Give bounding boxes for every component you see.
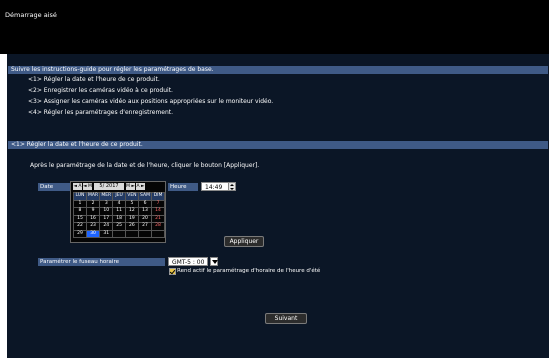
instructions-header: Suivre les instructions-guide pour régle… <box>8 66 548 74</box>
calendar-grid: LUN MAR MER JEU VEN SAM DIM 1 2 3 4 5 6 … <box>73 192 165 238</box>
instruction-step-4: <4> Régler les paramétrages d'enregistre… <box>28 109 174 116</box>
calendar-week: 15 16 17 18 19 20 21 <box>73 214 165 223</box>
calendar-header: ◄ A ◄ M 5/ 2017 M ► A ► <box>73 183 165 191</box>
next-year-button[interactable]: A ► <box>136 183 145 190</box>
apply-button[interactable]: Appliquer <box>224 236 264 247</box>
calendar-day[interactable]: 6 <box>137 199 153 208</box>
calendar-day[interactable]: 28 <box>151 222 165 231</box>
calendar-day-selected[interactable]: 30 <box>85 229 101 238</box>
prev-year-button[interactable]: ◄ A <box>73 183 82 190</box>
calendar-day[interactable]: 21 <box>151 214 165 223</box>
instruction-step-3: <3> Assigner les caméras vidéo aux posit… <box>28 98 274 105</box>
title-bar: Démarrage aisé <box>0 0 549 54</box>
calendar-day[interactable]: 23 <box>85 222 101 231</box>
calendar-day[interactable]: 31 <box>99 229 114 238</box>
calendar-day[interactable]: 20 <box>137 214 153 223</box>
window-title: Démarrage aisé <box>5 11 57 19</box>
calendar-day[interactable]: 7 <box>151 199 165 208</box>
weekday: VEN <box>124 192 139 201</box>
calendar-day[interactable]: 26 <box>124 222 139 231</box>
timezone-select[interactable]: GMT-5 : 00 <box>168 257 208 266</box>
calendar-day[interactable]: 4 <box>112 199 126 208</box>
step1-header: <1> Régler la date et l'heure de ce prod… <box>8 141 548 149</box>
chevron-down-icon[interactable] <box>210 257 218 266</box>
calendar-day[interactable]: 3 <box>99 199 114 208</box>
instruction-step-1: <1> Régler la date et l'heure de ce prod… <box>28 76 160 83</box>
timezone-label: Paramétrer le fuseau horaire <box>38 258 165 266</box>
calendar-month: 5/ 2017 <box>94 183 124 190</box>
calendar-day[interactable]: 1 <box>73 199 87 208</box>
instruction-step-2: <2> Enregistrer les caméras vidéo à ce p… <box>28 87 173 94</box>
dst-label: Rend actif le paramétrage d'horaire de l… <box>177 268 321 274</box>
calendar-day <box>112 229 126 238</box>
prev-month-button[interactable]: ◄ M <box>83 183 92 190</box>
weekday: SAM <box>137 192 153 201</box>
weekday: LUN <box>73 192 87 201</box>
date-label: Date <box>38 183 70 191</box>
dst-checkbox[interactable] <box>169 268 176 275</box>
weekday: JEU <box>112 192 126 201</box>
weekday: DIM <box>151 192 165 201</box>
calendar-day[interactable]: 18 <box>112 214 126 223</box>
calendar-day[interactable]: 22 <box>73 222 87 231</box>
weekday: MAR <box>85 192 101 201</box>
calendar-day <box>124 229 139 238</box>
calendar-day[interactable]: 17 <box>99 214 114 223</box>
weekday: MER <box>99 192 114 201</box>
calendar-day[interactable]: 27 <box>137 222 153 231</box>
calendar-day <box>151 229 165 238</box>
calendar-week: 22 23 24 25 26 27 28 <box>73 222 165 231</box>
calendar-day[interactable]: 2 <box>85 199 101 208</box>
calendar-week: 1 2 3 4 5 6 7 <box>73 199 165 208</box>
calendar-week: 8 9 10 11 12 13 14 <box>73 207 165 216</box>
weekday-row: LUN MAR MER JEU VEN SAM DIM <box>73 192 165 201</box>
next-month-button[interactable]: M ► <box>126 183 135 190</box>
calendar-day[interactable]: 10 <box>99 207 114 216</box>
calendar-day[interactable]: 19 <box>124 214 139 223</box>
date-calendar: ◄ A ◄ M 5/ 2017 M ► A ► LUN MAR MER JEU … <box>70 181 166 243</box>
calendar-week: 29 30 31 <box>73 229 165 238</box>
calendar-day[interactable]: 29 <box>73 229 87 238</box>
calendar-day[interactable]: 25 <box>112 222 126 231</box>
calendar-day <box>137 229 153 238</box>
calendar-day[interactable]: 24 <box>99 222 114 231</box>
calendar-day[interactable]: 8 <box>73 207 87 216</box>
calendar-day[interactable]: 11 <box>112 207 126 216</box>
calendar-day[interactable]: 12 <box>124 207 139 216</box>
calendar-day[interactable]: 16 <box>85 214 101 223</box>
calendar-day[interactable]: 5 <box>124 199 139 208</box>
calendar-day[interactable]: 15 <box>73 214 87 223</box>
time-label: Heure <box>168 183 198 191</box>
next-button[interactable]: Suivant <box>265 313 307 324</box>
easy-setup-window: Démarrage aisé Suivre les instructions-g… <box>0 0 549 358</box>
time-spinner[interactable] <box>228 182 236 191</box>
calendar-day[interactable]: 14 <box>151 207 165 216</box>
calendar-day[interactable]: 13 <box>137 207 153 216</box>
step1-note: Après le paramétrage de la date et de l'… <box>30 162 260 169</box>
calendar-day[interactable]: 9 <box>85 207 101 216</box>
